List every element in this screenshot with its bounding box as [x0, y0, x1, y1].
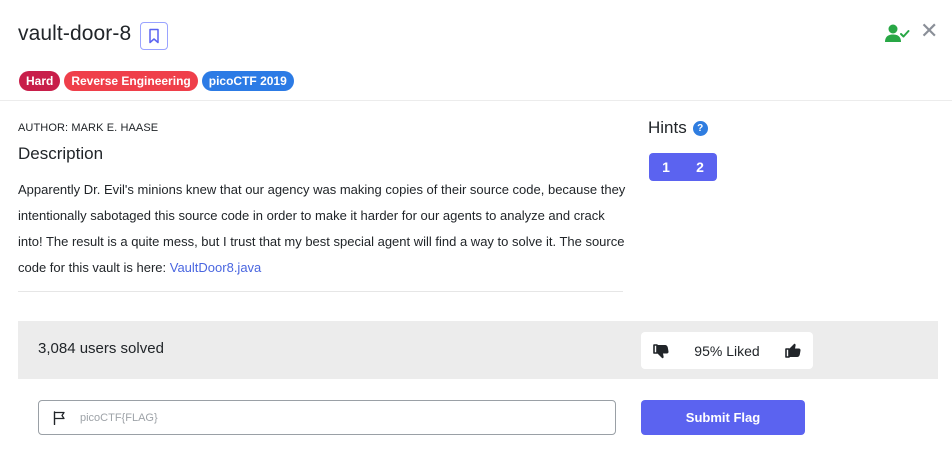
source-code-link[interactable]: VaultDoor8.java	[170, 260, 262, 275]
thumbs-up-icon[interactable]	[784, 342, 802, 360]
category-tag[interactable]: Reverse Engineering	[64, 71, 198, 91]
hint-button-group: 1 2	[649, 153, 717, 181]
rating-box: 95% Liked	[641, 332, 813, 369]
help-icon[interactable]: ?	[692, 120, 708, 136]
submit-flag-button[interactable]: Submit Flag	[641, 400, 805, 435]
description-heading: Description	[18, 144, 104, 163]
description-divider	[18, 291, 623, 292]
hint-1-button[interactable]: 1	[649, 153, 683, 181]
author-label: AUTHOR: MARK E. HAASE	[18, 122, 159, 134]
description-text: Apparently Dr. Evil's minions knew that …	[18, 182, 626, 275]
flag-input-wrapper	[38, 400, 616, 435]
header-divider	[0, 100, 952, 101]
difficulty-tag[interactable]: Hard	[19, 71, 61, 91]
bookmark-icon	[149, 28, 159, 44]
bookmark-button[interactable]	[140, 22, 168, 50]
thumbs-down-icon[interactable]	[652, 342, 670, 360]
challenge-title: vault-door-8	[18, 22, 132, 45]
flag-input[interactable]	[80, 411, 580, 424]
user-check-icon[interactable]	[884, 22, 910, 44]
close-icon[interactable]: ✕	[920, 20, 938, 42]
hints-heading: Hints	[648, 118, 687, 137]
flag-icon	[53, 410, 65, 425]
liked-percentage: 95% Liked	[694, 342, 760, 359]
event-tag[interactable]: picoCTF 2019	[201, 71, 294, 91]
description-body: Apparently Dr. Evil's minions knew that …	[18, 177, 628, 281]
solved-count: 3,084 users solved	[38, 340, 164, 357]
hint-2-button[interactable]: 2	[683, 153, 717, 181]
hints-section-header: Hints ?	[648, 118, 708, 138]
tag-list: Hard Reverse Engineering picoCTF 2019	[19, 71, 294, 91]
